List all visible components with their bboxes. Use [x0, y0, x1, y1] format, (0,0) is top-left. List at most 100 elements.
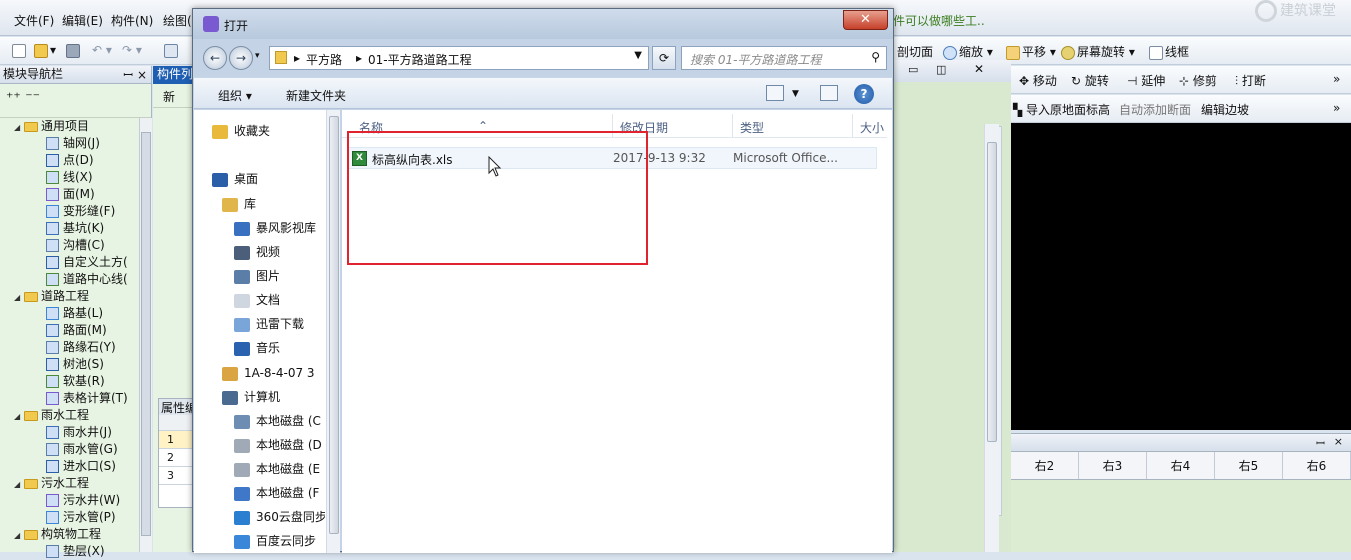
redo-icon[interactable]: ↷ ▾	[122, 43, 142, 57]
tree-expander-icon[interactable]: ◢	[14, 119, 24, 135]
tree-item[interactable]: 污水管(P)	[0, 509, 140, 526]
nav-pane-item[interactable]: 本地磁盘 (E	[194, 458, 325, 480]
new-folder-button[interactable]: 新建文件夹	[286, 87, 346, 104]
tree-item[interactable]: 污水井(W)	[0, 492, 140, 509]
dialog-close-button[interactable]: ✕	[843, 10, 888, 30]
tree-item[interactable]: 路基(L)	[0, 305, 140, 322]
view-options-icon[interactable]	[766, 85, 784, 101]
tree-item[interactable]: 自定义土方(	[0, 254, 140, 271]
close-icon[interactable]: ✕	[974, 62, 984, 76]
refresh-button[interactable]: ⟳	[652, 46, 676, 70]
tool-icon[interactable]	[164, 43, 180, 58]
pin-icon[interactable]: ꟷ	[1316, 436, 1325, 451]
search-icon[interactable]: ⚲	[871, 50, 880, 64]
module-tree-scrollbar[interactable]	[139, 118, 152, 552]
tree-item[interactable]: 雨水管(G)	[0, 441, 140, 458]
tree-item[interactable]: 基坑(K)	[0, 220, 140, 237]
column-right3[interactable]: 右3	[1079, 452, 1147, 479]
nav-pane-item[interactable]: 360云盘同步	[194, 506, 325, 528]
nav-pane-item[interactable]: 暴风影视库	[194, 217, 325, 239]
tree-item[interactable]: 路面(M)	[0, 322, 140, 339]
tree-group[interactable]: ◢ 道路工程	[0, 288, 140, 305]
breadcrumb-item[interactable]: 平方路	[306, 51, 342, 68]
break-button[interactable]: ⫶ 打断	[1235, 72, 1266, 89]
menu-draw[interactable]: 绘图(	[163, 12, 192, 29]
tree-expander-icon[interactable]: ◢	[14, 408, 24, 424]
new-file-icon[interactable]	[12, 43, 28, 58]
tree-item[interactable]: 变形缝(F)	[0, 203, 140, 220]
organize-button[interactable]: 组织 ▾	[218, 87, 252, 104]
restore-icon[interactable]: ◫	[936, 63, 946, 76]
column-right4[interactable]: 右4	[1147, 452, 1215, 479]
nav-pane-item[interactable]: 收藏夹	[194, 120, 325, 142]
tree-item[interactable]: 点(D)	[0, 152, 140, 169]
column-type[interactable]: 类型	[740, 119, 764, 136]
auto-add-section-button[interactable]: 自动添加断面	[1119, 101, 1191, 118]
tree-item[interactable]: 面(M)	[0, 186, 140, 203]
search-input[interactable]: 搜索 01-平方路道路工程 ⚲	[681, 46, 887, 70]
tree-item[interactable]: 树池(S)	[0, 356, 140, 373]
nav-pane-item[interactable]: 文档	[194, 289, 325, 311]
module-tree-scroll-thumb[interactable]	[141, 132, 151, 536]
nav-pane-item[interactable]: 百度云同步	[194, 530, 325, 552]
section-plane-button[interactable]: 剖切面	[897, 43, 933, 60]
breadcrumb-item[interactable]: 01-平方路道路工程	[368, 51, 472, 68]
nav-pane-item[interactable]: 迅雷下载	[194, 313, 325, 335]
tree-expander-icon[interactable]: ◢	[14, 476, 24, 492]
tree-item[interactable]: 道路中心线(	[0, 271, 140, 288]
tree-group[interactable]: ◢ 构筑物工程	[0, 526, 140, 543]
view-dropdown-icon[interactable]: ▼	[792, 89, 799, 99]
screen-rotate-button[interactable]: 屏幕旋转 ▾	[1061, 43, 1135, 60]
column-right5[interactable]: 右5	[1215, 452, 1283, 479]
edit-slope-button[interactable]: 编辑边坡	[1201, 101, 1249, 118]
navigation-scroll-thumb[interactable]	[329, 116, 339, 534]
address-bar[interactable]: ▸ 平方路 ▸ 01-平方路道路工程 ▼	[269, 46, 649, 70]
file-list-scrollbar[interactable]	[984, 124, 999, 552]
tree-group[interactable]: ◢ 通用项目	[0, 118, 140, 135]
nav-pane-item[interactable]: 1A-8-4-07 3	[194, 362, 325, 384]
tree-group[interactable]: ◢ 污水工程	[0, 475, 140, 492]
tree-expander-icon[interactable]: ◢	[14, 289, 24, 305]
nav-pane-item[interactable]: 视频	[194, 241, 325, 263]
breadcrumb-separator-icon[interactable]: ▸	[294, 51, 300, 65]
nav-pane-item[interactable]: 本地磁盘 (D	[194, 434, 325, 456]
tree-item[interactable]: 沟槽(C)	[0, 237, 140, 254]
breadcrumb-separator-icon[interactable]: ▸	[356, 51, 362, 65]
nav-pane-item[interactable]: 本地磁盘 (F	[194, 482, 325, 504]
tree-item[interactable]: 表格计算(T)	[0, 390, 140, 407]
column-right6[interactable]: 右6	[1283, 452, 1351, 479]
pan-button[interactable]: 平移 ▾	[1006, 43, 1056, 60]
zoom-button[interactable]: 缩放 ▾	[943, 43, 993, 60]
minimize-icon[interactable]: ▭	[908, 63, 918, 76]
column-size[interactable]: 大小	[860, 119, 884, 136]
close-icon[interactable]: ×	[137, 67, 147, 84]
tree-item[interactable]: 轴网(J)	[0, 135, 140, 152]
tree-item[interactable]: 雨水井(J)	[0, 424, 140, 441]
tree-item[interactable]: 软基(R)	[0, 373, 140, 390]
column-right2[interactable]: 右2	[1011, 452, 1079, 479]
menu-edit[interactable]: 编辑(E)	[62, 12, 103, 29]
nav-pane-item[interactable]: 音乐	[194, 337, 325, 359]
nav-pane-item[interactable]: 桌面	[194, 168, 325, 190]
rotate-button[interactable]: ↻ 旋转	[1071, 72, 1109, 89]
save-icon[interactable]	[66, 43, 82, 58]
address-dropdown-icon[interactable]: ▼	[634, 50, 642, 61]
tree-expander-icon[interactable]: ◢	[14, 527, 24, 543]
forward-button[interactable]: →	[229, 46, 253, 70]
recent-dropdown-icon[interactable]: ▾	[255, 51, 260, 61]
pin-icon[interactable]: ꟷ	[123, 67, 133, 84]
toolbar-overflow-icon[interactable]: »	[1333, 101, 1340, 115]
move-button[interactable]: ✥ 移动	[1019, 72, 1057, 89]
menu-component[interactable]: 构件(N)	[111, 12, 153, 29]
drawing-canvas[interactable]	[1011, 123, 1351, 430]
extend-button[interactable]: ⊣ 延伸	[1127, 72, 1165, 89]
nav-pane-item[interactable]: 本地磁盘 (C	[194, 410, 325, 432]
nav-pane-item[interactable]: 库	[194, 193, 325, 215]
nav-pane-item[interactable]: 计算机	[194, 386, 325, 408]
trim-button[interactable]: ⊹ 修剪	[1179, 72, 1217, 89]
file-list-scroll-thumb[interactable]	[987, 142, 997, 442]
toolbar-overflow-icon[interactable]: »	[1333, 72, 1340, 86]
tree-item[interactable]: 线(X)	[0, 169, 140, 186]
import-ground-elevation-button[interactable]: ▚ 导入原地面标高	[1013, 101, 1110, 118]
tree-item[interactable]: 路缘石(Y)	[0, 339, 140, 356]
